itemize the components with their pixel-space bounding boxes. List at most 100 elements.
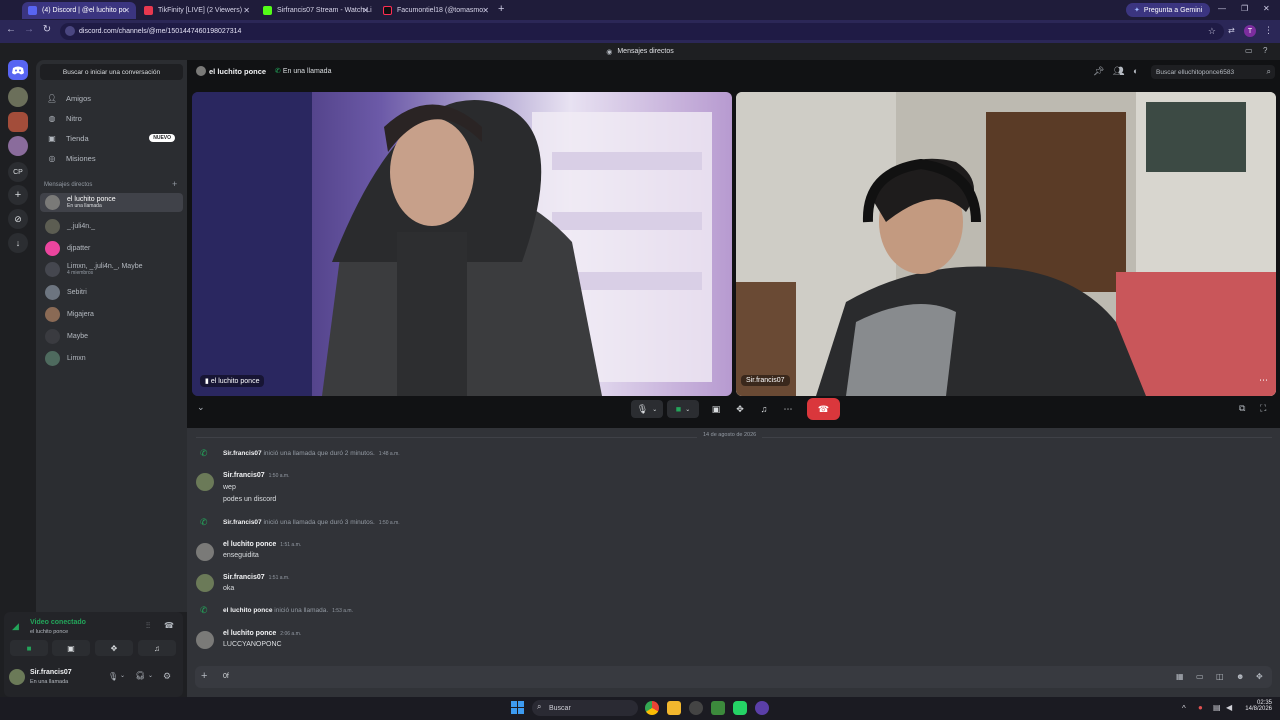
- user-avatar[interactable]: [9, 669, 25, 685]
- chevron-down-icon[interactable]: ⌄: [120, 672, 125, 679]
- profile-avatar[interactable]: T: [1244, 25, 1256, 37]
- author-name[interactable]: el luchito ponce: [223, 630, 276, 637]
- dm-search-input[interactable]: Buscar elluchitoponce6583 ⌕: [1151, 65, 1275, 79]
- chevron-down-icon[interactable]: ⌄: [148, 672, 153, 679]
- file-explorer-icon[interactable]: [667, 701, 681, 715]
- attach-plus-icon[interactable]: +: [201, 670, 207, 682]
- tab-tiktok[interactable]: Facumontiel18 (@tomasmo ✕: [377, 2, 495, 19]
- close-tab-icon[interactable]: ✕: [482, 6, 489, 15]
- video-tile-sir-francis07[interactable]: Sir.francis07 ⋯: [736, 92, 1276, 396]
- reload-icon[interactable]: ↻: [40, 24, 54, 35]
- author-name[interactable]: el luchito ponce: [223, 541, 276, 548]
- help-icon[interactable]: ?: [1263, 46, 1267, 55]
- video-tile-el-luchito-ponce[interactable]: ▮ el luchito ponce: [192, 92, 732, 396]
- dm-item-el-luchito-ponce[interactable]: el luchito ponce En una llamada: [40, 193, 183, 212]
- profile-icon[interactable]: ◐: [1133, 66, 1138, 76]
- close-window-icon[interactable]: ✕: [1263, 4, 1270, 13]
- inbox-icon[interactable]: ▭: [1245, 46, 1253, 55]
- system-author[interactable]: el luchito ponce: [223, 607, 272, 614]
- close-tab-icon[interactable]: ✕: [243, 6, 250, 15]
- screen-share-button[interactable]: ▣: [52, 640, 90, 656]
- whatsapp-icon[interactable]: [733, 701, 747, 715]
- header-name[interactable]: el luchito ponce: [209, 67, 266, 76]
- soundboard-button[interactable]: ♫: [755, 400, 773, 418]
- system-author[interactable]: Sir.francis07: [223, 450, 262, 457]
- emoji-icon[interactable]: ☻: [1236, 672, 1244, 681]
- mic-tray-icon[interactable]: ●: [1198, 703, 1203, 712]
- server-icon[interactable]: [8, 136, 28, 156]
- chrome-icon[interactable]: [645, 701, 659, 715]
- headphones-icon[interactable]: 🎧︎: [135, 671, 145, 680]
- video-button[interactable]: ■: [10, 640, 48, 656]
- download-icon[interactable]: ↓: [8, 233, 28, 253]
- forward-icon[interactable]: →: [22, 24, 36, 35]
- avatar[interactable]: [196, 473, 214, 491]
- windows-start-icon[interactable]: [511, 701, 524, 714]
- new-tab-icon[interactable]: +: [498, 3, 504, 15]
- nav-friends[interactable]: 👤︎ Amigos: [40, 89, 183, 107]
- browser-menu-icon[interactable]: ⋮: [1264, 25, 1273, 36]
- mute-button[interactable]: 🎙︎ ⌄: [631, 400, 663, 418]
- more-options-icon[interactable]: ⋯: [1259, 375, 1268, 386]
- activities-button[interactable]: ✥: [731, 400, 749, 418]
- dm-item-djpatter[interactable]: djpatter: [40, 238, 183, 258]
- tray-chevron-icon[interactable]: ^: [1182, 704, 1186, 713]
- avatar[interactable]: [196, 574, 214, 592]
- mic-icon[interactable]: 🎙︎: [108, 672, 118, 681]
- search-conversation-button[interactable]: Buscar o iniciar una conversación: [40, 64, 183, 80]
- activities-button[interactable]: ✥: [95, 640, 133, 656]
- taskbar-search[interactable]: ⌕ Buscar: [532, 700, 638, 716]
- more-actions-button[interactable]: ⋯: [779, 400, 797, 418]
- dm-item-limxn[interactable]: Limxn: [40, 348, 183, 368]
- settings-gear-icon[interactable]: ⚙: [163, 671, 171, 682]
- nav-shop[interactable]: ▣ Tienda NUEVO: [40, 129, 183, 147]
- avatar[interactable]: [196, 543, 214, 561]
- tab-discord[interactable]: (4) Discord | @el luchito po ✕: [22, 2, 136, 19]
- site-info-icon[interactable]: [65, 26, 75, 36]
- close-tab-icon[interactable]: ✕: [123, 6, 130, 15]
- disconnect-icon[interactable]: ☎: [164, 621, 174, 630]
- discover-icon[interactable]: ⊘: [8, 209, 28, 229]
- server-icon[interactable]: [8, 112, 28, 132]
- author-name[interactable]: Sir.francis07: [223, 574, 265, 581]
- extensions-icon[interactable]: ⇄: [1228, 26, 1235, 35]
- pin-icon[interactable]: 📌︎: [1093, 66, 1104, 77]
- maximize-icon[interactable]: ❐: [1241, 4, 1248, 13]
- apps-icon[interactable]: ✥: [1256, 672, 1263, 681]
- app-icon[interactable]: [755, 701, 769, 715]
- discord-home-icon[interactable]: [8, 60, 28, 80]
- system-author[interactable]: Sir.francis07: [223, 519, 262, 526]
- dm-item-maybe[interactable]: Maybe: [40, 326, 183, 346]
- avatar[interactable]: [196, 631, 214, 649]
- network-icon[interactable]: ▤: [1213, 703, 1221, 712]
- voice-channel[interactable]: el luchito ponce: [30, 629, 68, 635]
- dm-item-juli4n[interactable]: _.juli4n._: [40, 216, 183, 236]
- share-screen-button[interactable]: ▣: [707, 400, 725, 418]
- add-friends-icon[interactable]: 👥︎: [1113, 66, 1124, 77]
- back-icon[interactable]: ←: [4, 24, 18, 35]
- server-icon[interactable]: [8, 87, 28, 107]
- address-bar[interactable]: discord.com/channels/@me/150144746019802…: [60, 23, 1224, 40]
- soundboard-button[interactable]: ♫: [138, 640, 176, 656]
- tab-tikfinity[interactable]: TikFinity [LIVE] (2 Viewers) ✕: [138, 2, 256, 19]
- server-icon[interactable]: CP: [8, 162, 28, 182]
- nav-quests[interactable]: ◎ Misiones: [40, 149, 183, 167]
- leave-call-button[interactable]: ☎: [807, 398, 840, 420]
- taskbar-clock[interactable]: 02:35 14/8/2026: [1242, 700, 1272, 712]
- minecraft-icon[interactable]: [711, 701, 725, 715]
- camera-button[interactable]: ■ ⌄: [667, 400, 699, 418]
- author-name[interactable]: Sir.francis07: [223, 472, 265, 479]
- nav-nitro[interactable]: ◍ Nitro: [40, 109, 183, 127]
- dm-item-sebitri[interactable]: Sebitri: [40, 282, 183, 302]
- message-input[interactable]: 0f: [223, 673, 229, 680]
- dm-item-group[interactable]: Limxn, _.juli4n._, Maybe 4 miembros: [40, 259, 183, 279]
- close-tab-icon[interactable]: ✕: [362, 6, 369, 15]
- noise-suppression-icon[interactable]: ⫶⫶: [146, 621, 150, 631]
- add-server-icon[interactable]: +: [8, 185, 28, 205]
- volume-icon[interactable]: ◀: [1226, 703, 1232, 712]
- sticker-icon[interactable]: ◫: [1216, 672, 1224, 681]
- gemini-button[interactable]: ✦ Pregunta a Gemini: [1126, 3, 1211, 17]
- pop-out-icon[interactable]: ⧉: [1239, 403, 1245, 414]
- tab-kick-stream[interactable]: Sirfrancis07 Stream - Watch Li ✕: [257, 2, 375, 19]
- dm-item-migajera[interactable]: Migajera: [40, 304, 183, 324]
